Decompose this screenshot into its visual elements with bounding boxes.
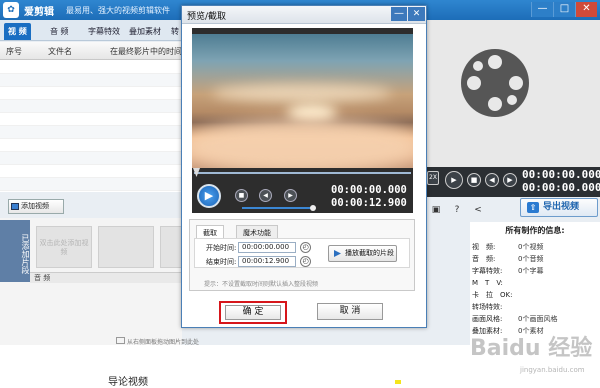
page-text: 导论视频 — [108, 377, 148, 388]
export-icon: ⇧ — [527, 202, 539, 213]
maximize-button[interactable]: □ — [553, 2, 575, 17]
stop-icon[interactable]: ■ — [467, 173, 481, 187]
prev-frame-icon[interactable]: ◀ — [485, 173, 499, 187]
close-button[interactable]: ✕ — [575, 2, 597, 17]
audio-track-label: 音 频 — [34, 274, 51, 282]
add-video-slot[interactable]: 双击此处添加视频 — [36, 226, 92, 268]
cut-tip: 提示：不设置截取时间则默认插入整段视频 — [204, 281, 319, 288]
stop-icon[interactable]: ■ — [235, 189, 248, 202]
next-frame-icon[interactable]: ▶ — [284, 189, 297, 202]
column-index[interactable]: 序号 — [6, 46, 22, 57]
list-item[interactable] — [0, 178, 182, 191]
dialog-total-time: 00:00:12.900 — [331, 197, 407, 209]
seek-bar[interactable] — [194, 172, 411, 174]
dialog-current-time: 00:00:00.000 — [331, 184, 407, 196]
main-tab-bar: 视 频 音 频 字幕特效 叠加素材 转 — [0, 20, 182, 41]
list-item[interactable] — [0, 74, 182, 87]
tab-subtitle-effects[interactable]: 字幕特效 — [84, 23, 124, 40]
list-item[interactable] — [0, 152, 182, 165]
export-label: 导出视频 — [543, 202, 580, 212]
play-cut-label: 播放截取的片段 — [345, 249, 394, 257]
column-filename[interactable]: 文件名 — [48, 46, 72, 57]
info-row-transitions: 转场特效: — [472, 303, 503, 311]
prev-frame-icon[interactable]: ◀ — [259, 189, 272, 202]
preview-area — [425, 20, 600, 167]
play-cut-button[interactable]: 播放截取的片段 — [328, 245, 397, 262]
tab-magic[interactable]: 魔术功能 — [236, 225, 278, 239]
end-time-label: 结束时间: — [206, 258, 237, 266]
cancel-button[interactable]: 取 消 — [317, 303, 383, 320]
empty-clip-slot[interactable] — [160, 226, 182, 268]
info-row-karaoke: 卡 拉 OK: — [472, 291, 513, 299]
clock-icon[interactable]: ◴ — [300, 242, 311, 253]
info-row-styles: 画面风格: 0个画面风格 — [472, 315, 558, 323]
dialog-close-button[interactable]: ✕ — [408, 7, 425, 21]
tab-overlay-material[interactable]: 叠加素材 — [125, 23, 165, 40]
info-title: 所有制作的信息: — [505, 226, 565, 235]
app-slogan: 最易用、强大的视频剪辑软件 — [66, 6, 170, 15]
info-row-subtitles: 字幕特效: 0个字幕 — [472, 267, 544, 275]
info-row-mtv: M T V: — [472, 279, 503, 287]
volume-slider[interactable] — [242, 207, 314, 209]
audio-track: 音 频 — [30, 272, 182, 283]
info-row-video: 视 频: 0个视频 — [472, 243, 544, 251]
main-player-controls: 2X ▶ ■ ◀ ▶ 00:00:00.000 00:00:00.000 — [425, 167, 600, 197]
main-total-time: 00:00:00.000 — [522, 181, 600, 194]
list-item[interactable] — [0, 165, 182, 178]
preview-cut-dialog: 预览/截取 — ✕ ▶ ■ ◀ ▶ 00:00:00.000 00:00:12.… — [181, 5, 427, 328]
speed-button[interactable]: 2X — [427, 171, 439, 185]
export-video-button[interactable]: ⇧ 导出视频 — [520, 198, 598, 217]
list-item[interactable] — [0, 139, 182, 152]
file-list: 序号 文件名 在最终影片中的时间 — [0, 42, 182, 192]
column-time-in-film[interactable]: 在最终影片中的时间 — [110, 46, 182, 57]
start-time-label: 开始时间: — [206, 244, 237, 252]
ok-button[interactable]: 确 定 — [225, 305, 281, 320]
list-item[interactable] — [0, 126, 182, 139]
share-icon[interactable]: < — [473, 206, 483, 215]
video-preview — [192, 34, 413, 168]
minimize-button[interactable]: — — [531, 2, 553, 17]
volume-handle[interactable] — [310, 205, 316, 211]
add-video-button[interactable]: 添加视频 — [8, 199, 64, 214]
tab-video[interactable]: 视 频 — [4, 23, 31, 40]
baidu-watermark: Baidu 经验 — [470, 336, 593, 361]
info-row-audio: 音 频: 0个音频 — [472, 255, 544, 263]
end-time-input[interactable]: 00:00:12.900 — [238, 256, 296, 267]
play-icon[interactable]: ▶ — [445, 171, 463, 189]
list-item[interactable] — [0, 113, 182, 126]
file-list-header: 序号 文件名 在最终影片中的时间 — [0, 42, 182, 60]
drag-tip: 从右侧面板拖动图片到此处 — [116, 337, 199, 345]
dialog-minimize-button[interactable]: — — [391, 7, 407, 21]
dialog-title: 预览/截取 — [182, 6, 426, 24]
list-item[interactable] — [0, 87, 182, 100]
added-clips-track-label: 已添加片段 — [0, 220, 30, 282]
list-item[interactable] — [0, 100, 182, 113]
ok-button-highlight: 确 定 — [219, 301, 287, 324]
next-frame-icon[interactable]: ▶ — [503, 173, 517, 187]
film-reel-icon — [461, 49, 529, 117]
tab-cut[interactable]: 截取 — [196, 225, 224, 239]
clock-icon[interactable]: ◴ — [300, 256, 311, 267]
tab-audio[interactable]: 音 频 — [46, 23, 73, 40]
add-video-label: 添加视频 — [21, 202, 49, 210]
baidu-watermark-url: jingyan.baidu.com — [520, 366, 585, 374]
main-current-time: 00:00:00.000 — [522, 168, 600, 181]
film-icon — [11, 203, 19, 210]
play-icon[interactable]: ▶ — [197, 184, 221, 208]
list-item[interactable] — [0, 61, 182, 74]
app-name: 爱剪辑 — [24, 7, 54, 18]
highlight-mark — [395, 380, 401, 384]
production-info-panel: 所有制作的信息: 视 频: 0个视频 音 频: 0个音频 字幕特效: 0个字幕 M T… — [470, 222, 600, 345]
help-icon[interactable]: ? — [452, 206, 462, 215]
save-icon[interactable]: ▣ — [431, 206, 441, 215]
app-logo-icon: ✿ — [3, 2, 19, 18]
play-icon — [334, 250, 341, 257]
start-time-input[interactable]: 00:00:00.000 — [238, 242, 296, 253]
empty-clip-slot[interactable] — [98, 226, 154, 268]
